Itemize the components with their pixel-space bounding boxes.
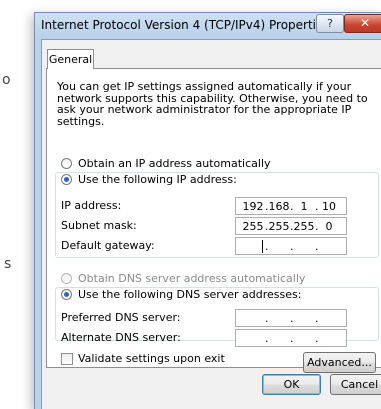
dns-field-label: Preferred DNS server: — [61, 311, 181, 324]
use-dns-label[interactable]: Use the following DNS server addresses: — [78, 288, 305, 301]
octet-separator: . — [265, 332, 269, 345]
obtain-dns-auto-radio[interactable] — [61, 273, 72, 284]
ip-octet[interactable]: 255 — [242, 219, 264, 234]
ip-octet[interactable]: 1 — [293, 199, 315, 214]
ip-field-label: Default gateway: — [61, 239, 155, 252]
octet-separator: . — [265, 312, 269, 325]
close-button[interactable]: ✕ — [344, 14, 381, 33]
ip-octet[interactable]: 255 — [293, 219, 315, 234]
ip-field-input[interactable]: 192 168 1 10... — [235, 197, 347, 215]
ip-octet[interactable]: 168 — [268, 199, 290, 214]
advanced-button[interactable]: Advanced... — [303, 352, 376, 373]
ip-field-input[interactable]: 255 255 255 0... — [235, 217, 347, 235]
octet-separator: . — [315, 332, 319, 345]
help-button[interactable]: ? — [316, 14, 344, 33]
ip-octet[interactable]: 0 — [318, 219, 340, 234]
ip-octet[interactable]: 255 — [268, 219, 290, 234]
octet-separator: . — [290, 200, 294, 213]
octet-separator: . — [290, 312, 294, 325]
octet-separator: . — [315, 312, 319, 325]
background-text: s — [4, 256, 12, 272]
ip-octet[interactable]: 192 — [242, 199, 264, 214]
cancel-button[interactable]: Cancel — [330, 374, 381, 395]
ip-field-input[interactable]: ... — [235, 237, 347, 255]
dns-field-input[interactable]: ... — [235, 309, 347, 327]
tab-general[interactable]: General — [47, 49, 94, 69]
octet-separator: . — [315, 240, 319, 253]
octet-separator: . — [315, 220, 319, 233]
use-dns-radio[interactable] — [61, 289, 72, 300]
octet-separator: . — [265, 240, 269, 253]
general-panel: You can get IP settings assigned automat… — [46, 68, 381, 373]
ip-octet[interactable]: 10 — [318, 199, 340, 214]
properties-dialog: Internet Protocol Version 4 (TCP/IPv4) P… — [34, 12, 381, 409]
validate-label[interactable]: Validate settings upon exit — [78, 352, 225, 365]
title-bar[interactable]: Internet Protocol Version 4 (TCP/IPv4) P… — [35, 13, 381, 37]
background-text: o — [2, 72, 11, 88]
dialog-client-area: General You can get IP settings assigned… — [41, 39, 381, 409]
window-title: Internet Protocol Version 4 (TCP/IPv4) P… — [41, 18, 330, 32]
ip-field-label: IP address: — [61, 199, 122, 212]
octet-separator: . — [265, 200, 269, 213]
octet-separator: . — [290, 240, 294, 253]
ip-field-label: Subnet mask: — [61, 219, 137, 232]
dns-field-input[interactable]: ... — [235, 329, 347, 347]
dns-field-label: Alternate DNS server: — [61, 331, 181, 344]
obtain-ip-auto-radio[interactable] — [61, 158, 72, 169]
validate-checkbox[interactable] — [61, 353, 73, 365]
octet-separator: . — [290, 332, 294, 345]
octet-separator: . — [265, 220, 269, 233]
ok-button[interactable]: OK — [262, 374, 321, 395]
octet-separator: . — [290, 220, 294, 233]
close-icon: ✕ — [359, 16, 371, 30]
obtain-ip-auto-label[interactable]: Obtain an IP address automatically — [78, 157, 271, 170]
use-ip-label[interactable]: Use the following IP address: — [78, 173, 240, 186]
obtain-dns-auto-label[interactable]: Obtain DNS server address automatically — [78, 272, 305, 285]
use-ip-radio[interactable] — [61, 174, 72, 185]
description-text: You can get IP settings assigned automat… — [57, 80, 368, 128]
octet-separator: . — [315, 200, 319, 213]
text-caret — [262, 240, 263, 253]
